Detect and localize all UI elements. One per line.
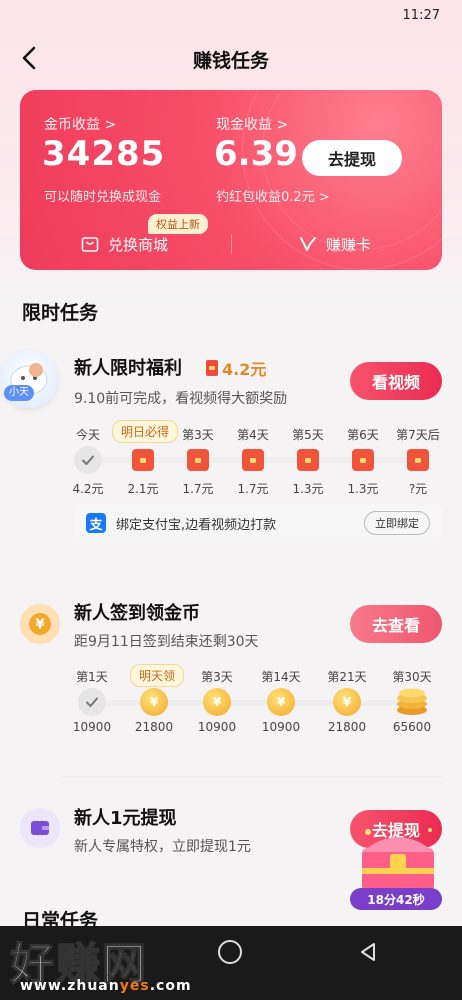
red-envelope-icon xyxy=(129,446,157,474)
exchange-shop-label: 兑换商城 xyxy=(108,235,169,254)
reward-amount-label: 65600 xyxy=(392,720,432,734)
bind-alipay-row: 支 绑定支付宝,边看视频边打款 立即绑定 xyxy=(74,503,442,543)
mascot-label: 小天 xyxy=(4,385,34,401)
watermark-url-part: yes xyxy=(119,978,150,994)
view-checkin-button[interactable]: 去查看 xyxy=(350,605,442,643)
gold-coin-icon: ¥ xyxy=(140,688,168,716)
watch-video-button[interactable]: 看视频 xyxy=(350,362,442,400)
reward-amount-label: 1.3元 xyxy=(347,482,379,496)
day-label: 第4天 xyxy=(237,428,269,442)
earn-card-link[interactable]: 赚赚卡 xyxy=(298,230,371,258)
reward-amount: 4.2元 xyxy=(222,360,267,379)
watermark-url-part: www.zhuan xyxy=(20,978,120,994)
alipay-icon: 支 xyxy=(86,513,106,533)
wallet-icon xyxy=(31,821,49,835)
day-label: 第14天 xyxy=(261,670,301,684)
red-envelope-icon xyxy=(184,446,212,474)
watermark: 好赚网 www.zhuanyes.com xyxy=(4,926,204,1000)
reward-amount-label: 4.2元 xyxy=(72,482,104,496)
cash-earnings-value: 6.39 xyxy=(214,134,298,174)
day-label: 第1天 xyxy=(76,670,108,684)
chest-countdown: 18分42秒 xyxy=(350,888,442,910)
task-newbie-bonus-title: 新人限时福利 xyxy=(74,358,182,379)
task-withdraw-title: 新人1元提现 xyxy=(74,808,177,829)
home-circle-icon[interactable] xyxy=(218,940,242,964)
day-label: 第21天 xyxy=(327,670,367,684)
checkmark-icon xyxy=(74,446,102,474)
checkmark-icon xyxy=(78,688,106,716)
page-title: 赚钱任务 xyxy=(192,50,269,72)
gold-coin-icon: ¥ xyxy=(333,688,361,716)
reward-amount-label: 1.7元 xyxy=(237,482,269,496)
red-envelope-icon xyxy=(239,446,267,474)
withdraw-button[interactable]: 去提现 xyxy=(302,140,402,176)
reward-amount-label: 10900 xyxy=(261,720,301,734)
red-envelope-icon xyxy=(349,446,377,474)
watermark-url: www.zhuanyes.com xyxy=(20,978,192,994)
task-newbie-reward: 4.2元 xyxy=(206,356,266,380)
coin-task-icon: ¥ xyxy=(20,604,60,644)
claim-tomorrow-tip: 明天领 xyxy=(130,664,185,687)
fishing-envelope-earnings[interactable]: 钓红包收益0.2元 > xyxy=(216,186,330,205)
cash-earnings-label[interactable]: 现金收益 > xyxy=(216,114,288,134)
reward-amount-label: ?元 xyxy=(408,482,428,496)
exchange-shop-link[interactable]: 兑换商城 xyxy=(80,230,168,258)
reward-amount-label: 2.1元 xyxy=(127,482,159,496)
red-envelope-icon xyxy=(404,446,432,474)
coin-earnings-label[interactable]: 金币收益 > xyxy=(44,114,116,134)
day-label: 第3天 xyxy=(201,670,233,684)
divider xyxy=(62,776,442,777)
task-checkin-title: 新人签到领金币 xyxy=(74,603,200,624)
gold-coin-icon: ¥ xyxy=(203,688,231,716)
watermark-url-part: .com xyxy=(149,978,192,994)
reward-amount-label: 1.7元 xyxy=(182,482,214,496)
bind-now-button[interactable]: 立即绑定 xyxy=(364,511,430,535)
red-envelope-icon xyxy=(206,360,218,376)
earnings-card: 金币收益 > 34285 可以随时兑换成现金 现金收益 > 6.39 钓红包收益… xyxy=(20,90,442,270)
day-label: 今天 xyxy=(75,428,100,442)
status-time: 11:27 xyxy=(402,8,440,23)
coin-stack-icon xyxy=(395,686,429,716)
gold-coin-icon: ¥ xyxy=(267,688,295,716)
wallet-task-icon xyxy=(20,808,60,848)
coin-earnings-value: 34285 xyxy=(42,134,166,174)
day-label: 第7天后 xyxy=(396,428,440,442)
nav-bar: 赚钱任务 xyxy=(0,36,462,80)
task-checkin-desc: 距9月11日签到结束还剩30天 xyxy=(74,634,259,650)
svg-text:¥: ¥ xyxy=(35,618,44,633)
reward-amount-label: 21800 xyxy=(327,720,367,734)
back-triangle-icon[interactable] xyxy=(356,940,380,964)
reward-amount-label: 1.3元 xyxy=(292,482,324,496)
earn-card-label: 赚赚卡 xyxy=(326,235,372,254)
bind-alipay-text: 绑定支付宝,边看视频边打款 xyxy=(116,518,277,533)
day-label: 第6天 xyxy=(347,428,379,442)
yuan-coin-icon: ¥ xyxy=(29,613,51,635)
section-title-limited: 限时任务 xyxy=(22,302,99,324)
day-label: 第5天 xyxy=(292,428,324,442)
reward-amount-label: 10900 xyxy=(197,720,237,734)
v-card-icon xyxy=(300,237,316,251)
day-label: 第30天 xyxy=(392,670,432,684)
task-newbie-desc: 9.10前可完成，看视频得大额奖励 xyxy=(74,391,288,407)
day-label: 第3天 xyxy=(182,428,214,442)
shop-bag-icon xyxy=(81,237,99,252)
card-divider xyxy=(231,234,232,254)
reward-amount-label: 21800 xyxy=(134,720,174,734)
reward-amount-label: 10900 xyxy=(72,720,112,734)
coin-earnings-note: 可以随时兑换成现金 xyxy=(44,190,162,205)
red-envelope-icon xyxy=(294,446,322,474)
status-bar: 11:27 xyxy=(0,0,462,32)
task-withdraw-desc: 新人专属特权，立即提现1元 xyxy=(74,839,251,855)
